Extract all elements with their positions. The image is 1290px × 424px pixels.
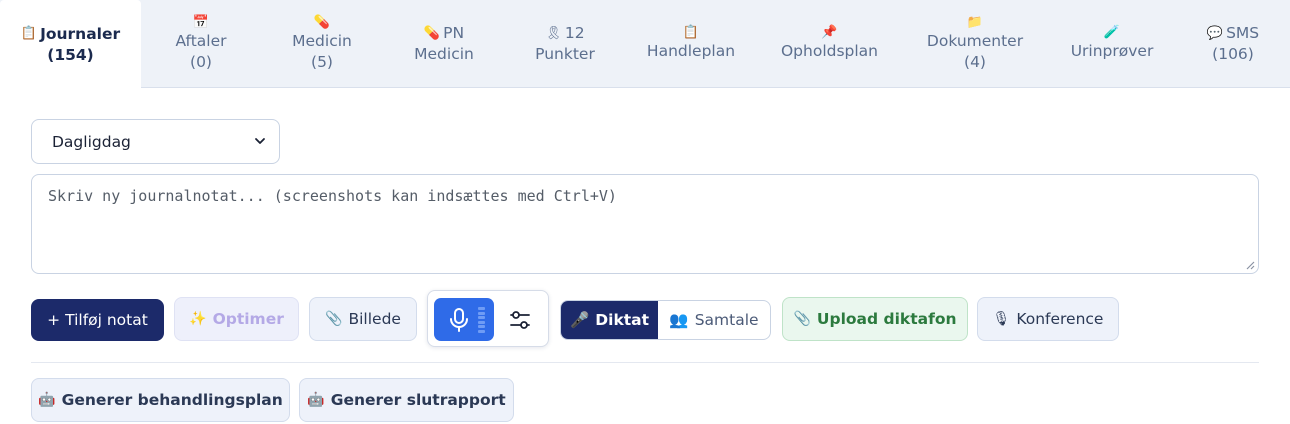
recorder-widget bbox=[427, 290, 549, 347]
tab-count: (0) bbox=[190, 52, 212, 71]
conference-button[interactable]: 🎙 Konference bbox=[977, 297, 1119, 341]
dictation-mode-toggle: 🎤 Diktat 👥 Samtale bbox=[560, 300, 771, 340]
conversation-mode-button[interactable]: 👥 Samtale bbox=[658, 301, 770, 339]
pushpin-icon: 📌 bbox=[821, 25, 838, 40]
test-tube-icon: 🧪 bbox=[1103, 25, 1121, 40]
clipboard-icon: 📋 bbox=[20, 26, 38, 41]
tab-label: Handleplan bbox=[646, 42, 736, 60]
sparkles-icon: ✨ bbox=[189, 311, 207, 327]
tab-label: Dokumenter bbox=[926, 31, 1024, 50]
tab-count: (106) bbox=[1212, 45, 1254, 63]
pill-icon: 💊 bbox=[423, 25, 441, 41]
divider bbox=[31, 362, 1259, 363]
folder-icon: 📁 bbox=[966, 14, 984, 30]
tab-count: (4) bbox=[964, 52, 986, 71]
generate-final-report-button[interactable]: 🤖 Generer slutrapport bbox=[299, 378, 514, 422]
tab-label: SMS bbox=[1226, 24, 1260, 42]
paperclip-icon: 📎 bbox=[325, 311, 343, 327]
tab-bar: 📋 Journaler (154) 📅 Aftaler (0) 💊 Medicin… bbox=[0, 0, 1290, 89]
robot-icon: 🤖 bbox=[38, 392, 56, 408]
microphone-icon: 🎤 bbox=[569, 311, 590, 329]
microphone-icon bbox=[450, 308, 468, 332]
tab-opholdsplan[interactable]: 📌 Opholdsplan bbox=[757, 0, 902, 88]
tab-urinprover[interactable]: 🧪 Urinprøver bbox=[1048, 0, 1176, 88]
settings-sliders-icon[interactable] bbox=[506, 306, 534, 334]
image-label: Billede bbox=[348, 310, 401, 328]
tab-label: PN bbox=[443, 24, 465, 42]
tab-label: Journaler bbox=[40, 24, 121, 43]
paperclip-icon: 📎 bbox=[793, 311, 811, 327]
tab-journaler[interactable]: 📋 Journaler (154) bbox=[0, 0, 141, 89]
treatment-plan-label: Generer behandlingsplan bbox=[61, 391, 283, 409]
tab-aftaler[interactable]: 📅 Aftaler (0) bbox=[141, 0, 261, 88]
dictate-label: Diktat bbox=[595, 311, 650, 329]
conference-label: Konference bbox=[1016, 310, 1104, 328]
clipboard-icon: 📋 bbox=[682, 25, 700, 40]
people-icon: 👥 bbox=[669, 311, 689, 329]
tab-label: 12 bbox=[564, 24, 585, 42]
tab-sublabel: Punkter bbox=[535, 45, 595, 63]
journal-note-textarea[interactable]: Skriv ny journalnotat... (screenshots ka… bbox=[31, 174, 1259, 274]
audio-level-meter bbox=[478, 307, 485, 333]
generate-treatment-plan-button[interactable]: 🤖 Generer behandlingsplan bbox=[31, 378, 290, 422]
dictate-mode-button[interactable]: 🎤 Diktat bbox=[561, 301, 658, 339]
tab-count: (5) bbox=[311, 52, 333, 71]
tab-count: (154) bbox=[47, 45, 94, 64]
calendar-icon: 📅 bbox=[192, 14, 210, 30]
note-placeholder: Skriv ny journalnotat... (screenshots ka… bbox=[48, 187, 617, 205]
conversation-label: Samtale bbox=[694, 311, 759, 329]
tab-label: Urinprøver bbox=[1070, 42, 1154, 60]
category-select[interactable]: Dagligdag bbox=[31, 119, 280, 164]
add-note-label: + Tilføj notat bbox=[47, 311, 148, 329]
tab-medicin[interactable]: 💊 Medicin (5) bbox=[261, 0, 383, 88]
tab-sms[interactable]: 💬 SMS (106) bbox=[1176, 0, 1290, 88]
pill-icon: 💊 bbox=[313, 14, 331, 30]
add-note-button[interactable]: + Tilføj notat bbox=[31, 299, 164, 341]
ribbon-icon: 🎗 bbox=[545, 25, 562, 41]
speech-bubble-icon: 💬 bbox=[1206, 25, 1224, 41]
upload-label: Upload diktafon bbox=[816, 310, 957, 328]
tab-dokumenter[interactable]: 📁 Dokumenter (4) bbox=[902, 0, 1048, 88]
tab-label: Opholdsplan bbox=[780, 42, 879, 60]
upload-dictaphone-button[interactable]: 📎 Upload diktafon bbox=[782, 297, 968, 341]
tab-pn-medicin[interactable]: 💊 PN Medicin bbox=[383, 0, 505, 88]
optimize-button[interactable]: ✨ Optimer bbox=[174, 297, 299, 341]
final-report-label: Generer slutrapport bbox=[330, 391, 506, 409]
chevron-down-icon bbox=[255, 138, 265, 144]
robot-icon: 🤖 bbox=[307, 392, 325, 408]
tab-12-punkter[interactable]: 🎗 12 Punkter bbox=[505, 0, 625, 88]
studio-microphone-icon: 🎙 bbox=[992, 311, 1011, 327]
tab-sublabel: Medicin bbox=[414, 45, 474, 63]
tab-handleplan[interactable]: 📋 Handleplan bbox=[625, 0, 757, 88]
resize-grip-icon[interactable] bbox=[1245, 260, 1255, 270]
record-button[interactable] bbox=[434, 298, 494, 341]
optimize-label: Optimer bbox=[212, 310, 284, 328]
tab-label: Aftaler bbox=[175, 31, 227, 50]
image-button[interactable]: 📎 Billede bbox=[309, 297, 417, 341]
tab-label: Medicin bbox=[292, 31, 352, 50]
category-select-value: Dagligdag bbox=[52, 132, 131, 151]
